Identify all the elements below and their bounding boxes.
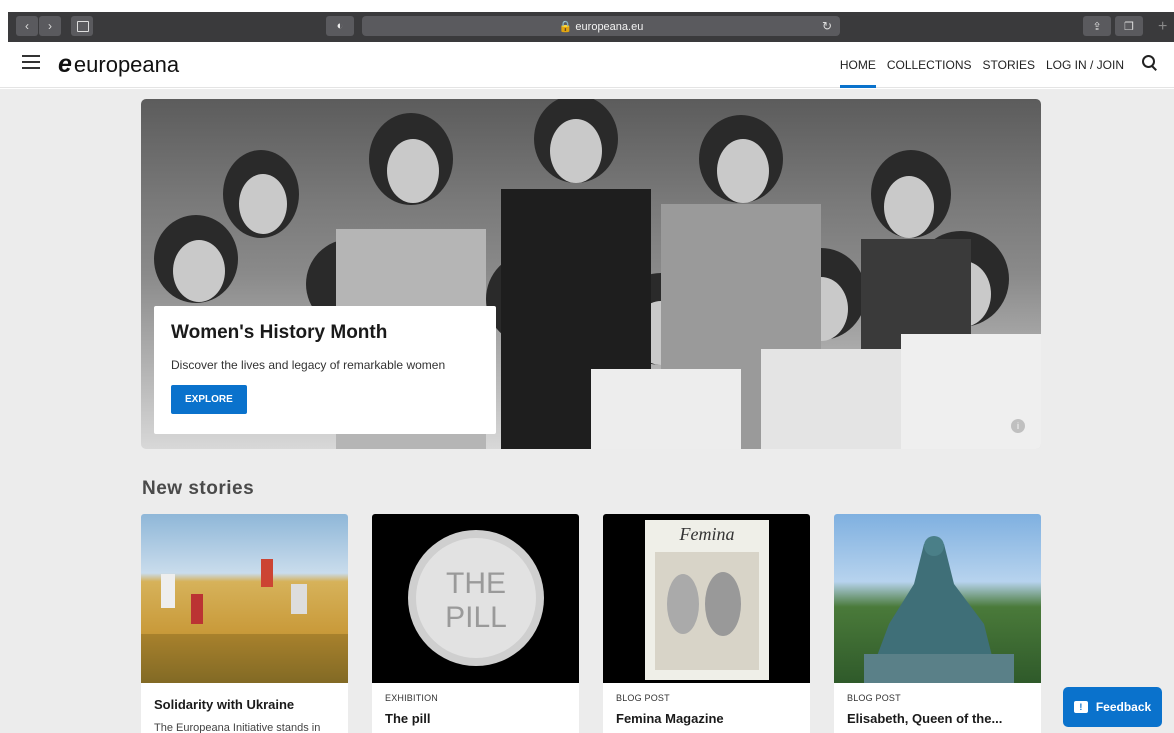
address-bar[interactable]: 🔒 europeana.eu ↻ [362,16,840,36]
site-header: e europeana HOME COLLECTIONS STORIES LOG… [0,42,1174,88]
pill-text-line2: PILL [445,601,507,634]
story-thumbnail [834,514,1041,683]
main-content: Women's History Month Discover the lives… [0,89,1174,733]
back-icon[interactable]: ‹ [16,16,38,36]
top-navigation: HOME COLLECTIONS STORIES LOG IN / JOIN [829,42,1124,88]
info-icon[interactable]: i [1011,419,1025,433]
nav-collections[interactable]: COLLECTIONS [887,42,972,88]
story-card[interactable]: Solidarity with Ukraine The Europeana In… [141,514,348,733]
hero-banner[interactable]: Women's History Month Discover the lives… [141,99,1041,449]
reload-icon[interactable]: ↻ [822,19,832,33]
story-card[interactable]: Femina BLOG POST Femina Magazine [603,514,810,733]
browser-nav-buttons: ‹ › [16,16,62,36]
explore-button[interactable]: EXPLORE [171,385,247,414]
story-card[interactable]: THE PILL EXHIBITION The pill [372,514,579,733]
section-title: New stories [142,478,255,499]
feedback-button[interactable]: ! Feedback [1063,687,1162,727]
story-thumbnail [141,514,348,683]
story-kicker: BLOG POST [847,693,901,703]
nav-home[interactable]: HOME [839,42,876,88]
new-tab-icon[interactable]: + [1158,18,1167,36]
hero-card: Women's History Month Discover the lives… [154,306,496,434]
search-icon[interactable] [1142,55,1160,73]
hamburger-menu-icon[interactable] [22,55,40,69]
logo-mark: e [58,50,72,78]
femina-masthead: Femina [679,524,735,544]
story-card[interactable]: BLOG POST Elisabeth, Queen of the... [834,514,1041,733]
europeana-logo[interactable]: e europeana [58,50,179,79]
feedback-icon: ! [1073,701,1088,713]
story-title: Solidarity with Ukraine [154,697,295,712]
pill-text-line1: THE [446,567,506,600]
logo-wordmark: europeana [73,51,180,77]
forward-icon[interactable]: › [39,16,61,36]
nav-login-join[interactable]: LOG IN / JOIN [1046,42,1124,88]
story-description: The Europeana Initiative stands in [154,722,321,733]
share-icon[interactable]: ⇪ [1083,16,1111,36]
sidebar-toggle-icon[interactable] [71,16,93,36]
story-title: Elisabeth, Queen of the... [847,711,1003,726]
stories-list: Solidarity with Ukraine The Europeana In… [141,514,1041,733]
nav-stories[interactable]: STORIES [983,42,1035,88]
tabs-overview-icon[interactable]: ❐ [1115,16,1143,36]
story-thumbnail: Femina [603,514,810,683]
story-title: The pill [385,711,431,726]
story-kicker: EXHIBITION [385,693,439,703]
hero-subtitle: Discover the lives and legacy of remarka… [171,358,446,372]
feedback-label: Feedback [1095,700,1152,714]
story-kicker: BLOG POST [616,693,670,703]
url-text: 🔒 europeana.eu [558,20,644,33]
hero-title: Women's History Month [171,322,388,343]
story-thumbnail: THE PILL [372,514,579,683]
browser-toolbar: ‹ › ◐ 🔒 europeana.eu ↻ ⇪ ❐ + [8,12,1174,42]
privacy-shield-icon[interactable]: ◐ [326,16,354,36]
story-title: Femina Magazine [616,711,724,726]
